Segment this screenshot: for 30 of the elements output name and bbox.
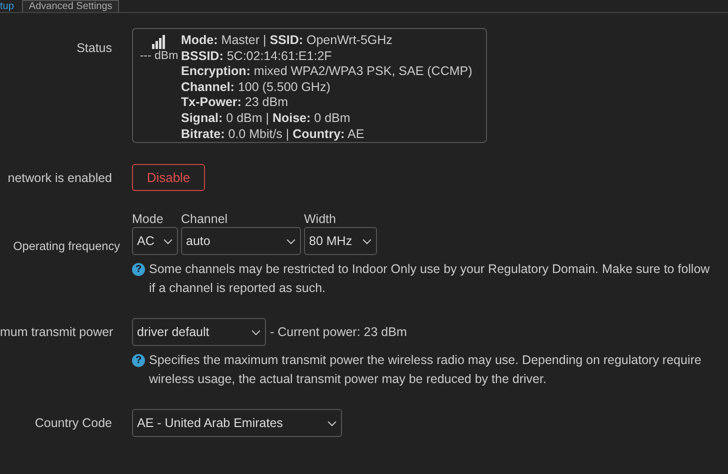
status-line: Signal: 0 dBm | Noise: 0 dBm: [181, 110, 352, 127]
status-line: BSSID: 5C:02:14:61:E1:2F: [181, 48, 333, 64]
signal-bars-icon: [151, 35, 167, 49]
status-line: Mode: Master | SSID: OpenWrt-5GHz: [181, 33, 394, 49]
mode-label: Mode: [132, 211, 164, 227]
help-icon: ?: [132, 263, 145, 276]
field-label: Status: [76, 41, 112, 55]
tab[interactable]: tup: [0, 1, 20, 12]
width-label: Width: [304, 211, 337, 227]
width-select[interactable]: 80 MHz: [304, 227, 377, 255]
help-text: Specifies the maximum transmit power the wireless radio may use. Depending on regulatory require wireless usage, the actual transmit power may be reduced by the driver.: [149, 352, 702, 388]
status-line: Tx-Power: 23 dBm: [181, 95, 289, 111]
txpower-select[interactable]: driver default: [132, 318, 266, 346]
field-label: Country Code: [34, 416, 112, 430]
tab[interactable]: Advanced Settings: [22, 0, 120, 12]
status-line: Encryption: mixed WPA2/WPA3 PSK, SAE (CCMP): [181, 64, 472, 80]
country-select[interactable]: AE - United Arab Emirates: [132, 409, 342, 437]
status-line: Channel: 100 (5.500 GHz): [181, 80, 332, 96]
field-label: mum transmit power: [0, 325, 114, 339]
mode-select[interactable]: AC: [132, 227, 178, 255]
field-label: Operating frequency: [13, 239, 120, 253]
disable-button[interactable]: Disable: [132, 164, 205, 191]
channel-label: Channel: [181, 211, 229, 227]
field-label: network is enabled: [8, 170, 112, 184]
status-line: Bitrate: 0.0 Mbit/s | Country: AE: [181, 126, 366, 142]
signal-reading: --- dBm: [140, 50, 178, 62]
help-text: Some channels may be restricted to Indoor Only use by your Regulatory Domain. Make sure to follow if a channel is reported as such.: [149, 261, 710, 297]
current-power-text: - Current power: 23 dBm: [270, 325, 407, 339]
help-icon: ?: [132, 354, 145, 367]
channel-select[interactable]: auto: [181, 227, 301, 255]
